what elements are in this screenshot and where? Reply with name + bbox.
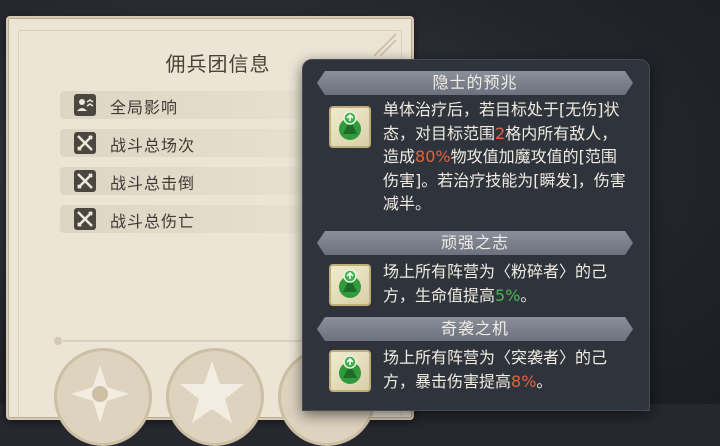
skill-description: 单体治疗后，若目标处于[无伤]状态，对目标范围2格内所有敌人，造成80%物攻值加… [383,100,626,213]
skill-tooltip: 隐士的预兆 单体治疗后，若目标处于[无伤]状态，对目标范围2格内所有敌人，造成8… [302,59,650,411]
skill-description: 场上所有阵营为〈突袭者〉的己方，暴击伤害提高8%。 [383,348,608,391]
stat-label: 战斗总场次 [110,136,196,155]
stat-label: 战斗总击倒 [110,174,196,193]
skill-title: 隐士的预兆 [317,71,633,95]
crossed-swords-icon [74,208,96,230]
skill-title: 奇袭之机 [317,317,633,341]
healer-skill-icon[interactable] [329,106,371,148]
emblem-compass-icon[interactable] [54,348,152,446]
stat-label: 战斗总伤亡 [110,212,196,231]
crossed-swords-icon [74,132,96,154]
emblem-star-icon[interactable] [166,348,264,446]
crossed-swords-icon [74,170,96,192]
people-icon [74,94,96,116]
stat-label: 全局影响 [110,98,179,117]
healer-skill-icon[interactable] [329,350,371,392]
healer-skill-icon[interactable] [329,264,371,306]
skill-title: 顽强之志 [317,231,633,255]
skill-description: 场上所有阵营为〈粉碎者〉的己方，生命值提高5%。 [383,262,608,305]
